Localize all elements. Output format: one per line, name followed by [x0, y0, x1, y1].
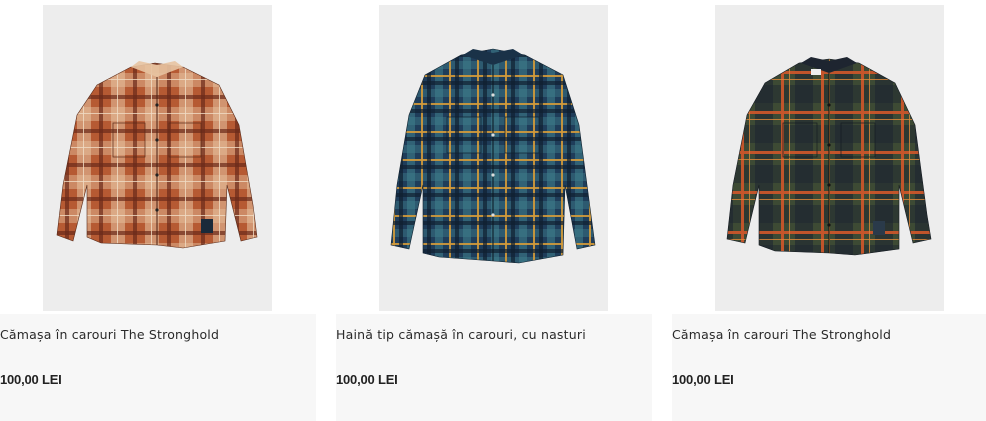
plaid-shirt-image	[726, 57, 932, 256]
product-image-area[interactable]	[672, 0, 986, 314]
product-title[interactable]: Haină tip cămașă în carouri, cu nasturi	[336, 327, 586, 342]
product-card[interactable]: Haină tip cămașă în carouri, cu nasturi …	[336, 0, 652, 421]
product-title[interactable]: Cămașa în carouri The Stronghold	[672, 327, 891, 342]
product-card[interactable]: Cămașa în carouri The Stronghold 100,00 …	[0, 0, 316, 421]
product-image-area[interactable]	[0, 0, 316, 314]
product-price: 100,00 LEI	[0, 372, 62, 387]
product-price: 100,00 LEI	[672, 372, 734, 387]
product-photo[interactable]	[379, 5, 608, 311]
plaid-shirt-image	[390, 48, 596, 264]
product-info: Cămașa în carouri The Stronghold 100,00 …	[0, 314, 316, 421]
product-photo[interactable]	[715, 5, 944, 311]
product-grid: Cămașa în carouri The Stronghold 100,00 …	[0, 0, 986, 421]
product-title[interactable]: Cămașa în carouri The Stronghold	[0, 327, 219, 342]
product-photo[interactable]	[43, 5, 272, 311]
product-info: Haină tip cămașă în carouri, cu nasturi …	[336, 314, 652, 421]
product-price: 100,00 LEI	[336, 372, 398, 387]
product-card[interactable]: Cămașa în carouri The Stronghold 100,00 …	[672, 0, 986, 421]
plaid-shirt-image	[56, 61, 258, 249]
product-image-area[interactable]	[336, 0, 652, 314]
product-info: Cămașa în carouri The Stronghold 100,00 …	[672, 314, 986, 421]
